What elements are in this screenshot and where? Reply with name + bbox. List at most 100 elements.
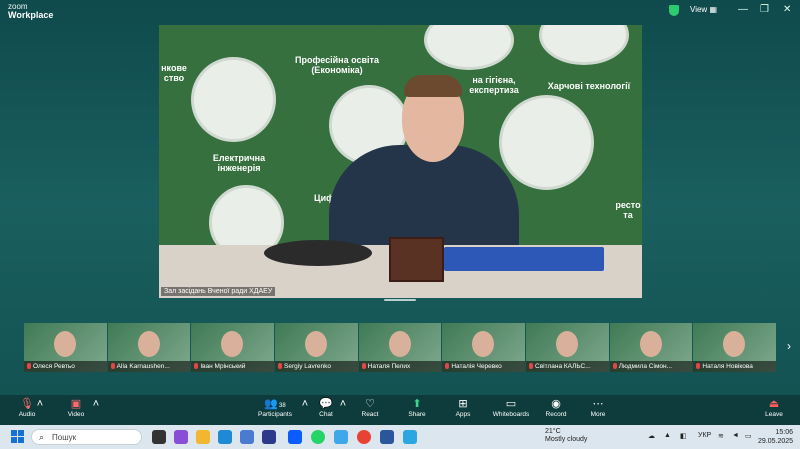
more-button[interactable]: ⋯ More [574,397,622,418]
stage-resize-handle[interactable] [384,299,416,301]
record-icon: ◉ [551,398,561,410]
title-bar: zoom Workplace View ▦ — ❐ ✕ [0,0,800,22]
weather-temp: 21°C [545,428,561,435]
participant-label: Світлана КАЛЬС... [526,361,609,372]
app-icon[interactable] [334,430,348,444]
tree-emblem [499,95,594,190]
word-icon[interactable] [380,430,394,444]
whatsapp-icon[interactable] [311,430,325,444]
whiteboards-button[interactable]: ▭ Whiteboards [486,397,536,418]
telegram-icon[interactable] [403,430,417,444]
video-label: Video [67,411,85,418]
avatar [54,331,76,357]
clock-time: 15:06 [775,429,794,436]
participant-label: Sergiy Lavrenko [275,361,358,372]
edge-icon[interactable] [218,430,232,444]
active-speaker-video[interactable]: Професійна освіта (Економіка) Електрична… [159,25,642,298]
participant-label: Олеся Ревтьо [24,361,107,372]
task-view-icon[interactable] [152,430,166,444]
participant-name: Наталя Новікова [702,363,753,370]
participant-name: Наталя Пелих [367,363,411,370]
windows-taskbar: ⌕ Пошук 21°C Mostly cloudy ☁ ▲ ◧ УКР ≋ ◄… [0,425,800,449]
participants-button[interactable]: 👥38 Participants [250,397,300,418]
muted-mic-icon [110,363,115,369]
chrome-icon[interactable] [357,430,371,444]
participant-tile[interactable]: Sergiy Lavrenko [275,323,358,372]
participant-tile[interactable]: Наталя Пелих [358,323,442,372]
leave-button[interactable]: ⏏ Leave [750,397,798,418]
participant-tile[interactable]: Наталія Черевко [442,323,526,372]
audio-options-chevron-icon[interactable]: ˄ [30,397,50,411]
view-button[interactable]: View ▦ [690,5,717,14]
share-arrow-icon: ⬆ [412,398,422,410]
file-explorer-icon[interactable] [196,430,210,444]
desk-nameplate-box [389,237,444,282]
participant-name: Sergiy Lavrenko [284,363,331,370]
cloud-icon[interactable]: ☁ [648,432,655,440]
restore-icon[interactable]: ❐ [760,4,769,15]
taskbar-clock[interactable]: 15:06 29.05.2025 [758,428,793,446]
participant-tile[interactable]: Alla Karnaushen... [107,323,191,372]
wifi-icon[interactable]: ≋ [718,432,724,440]
share-button[interactable]: ⬆ Share [393,397,441,418]
participant-name: Alla Karnaushen... [116,363,170,370]
participant-tile[interactable]: Олеся Ревтьо [24,323,107,372]
wall-text-hygiene: на гігієна, експертиза [469,75,519,95]
windows-start-icon[interactable] [11,430,24,443]
energy-emblem [191,57,276,142]
taskbar-search[interactable]: ⌕ Пошук [31,429,142,445]
viber-icon[interactable] [174,430,188,444]
participant-label: Іван Мрінський [191,361,275,372]
participant-tile[interactable]: Наталя Новікова [693,323,777,372]
audio-label: Audio [18,411,36,418]
grid-icon: ▦ [709,5,717,14]
close-icon[interactable]: ✕ [783,4,791,15]
store-icon[interactable] [240,430,254,444]
volume-icon[interactable]: ◄ [732,432,739,439]
app-icon[interactable] [262,430,276,444]
participant-label: Наталя Пелих [358,361,442,372]
participant-tile[interactable]: Людмила Сімон... [609,323,693,372]
battery-icon[interactable]: ▭ [745,432,752,440]
react-button[interactable]: ♡ React [346,397,394,418]
speakerphone [264,240,372,266]
avatar [137,331,160,357]
security-shield-icon[interactable] [669,5,679,16]
laptop [444,247,604,271]
system-tray-icon[interactable]: ▲ [664,432,671,439]
record-button[interactable]: ◉ Record [532,397,580,418]
muted-mic-icon [27,363,31,369]
video-options-chevron-icon[interactable]: ˄ [86,397,106,411]
participant-name: Олеся Ревтьо [33,363,75,370]
wall-text-electrical: Електрична інженерія [212,153,266,173]
next-page-chevron-icon[interactable]: › [787,339,791,353]
participant-tile[interactable]: Іван Мрінський [191,323,275,372]
whiteboards-label: Whiteboards [492,411,530,418]
participant-name: Людмила Сімон... [618,363,673,370]
minimize-icon[interactable]: — [738,4,748,15]
apps-label: Apps [455,411,471,418]
avatar [388,331,411,357]
zoom-taskbar-icon[interactable] [288,430,302,444]
chevron-up-icon: ˄ [36,398,44,410]
whiteboard-icon: ▭ [505,398,517,410]
zoom-logo: zoom Workplace [8,2,53,20]
app-tray-icon[interactable]: ◧ [680,432,687,440]
wall-text-economics: Професійна освіта (Економіка) [295,55,379,75]
avatar [639,331,662,357]
muted-mic-icon [612,363,617,369]
participant-name: Наталія Черевко [451,363,502,370]
input-language[interactable]: УКР [698,432,711,439]
wall-text-left: нкове ство [161,63,187,83]
stage-participant-label: Зал засідань Вченої ради ХДАЕУ [161,287,276,296]
clock-date: 29.05.2025 [758,438,794,445]
more-label: More [590,411,606,418]
speaker-hair [404,75,462,97]
apps-button[interactable]: ⊞ Apps [439,397,487,418]
weather-widget[interactable]: 21°C Mostly cloudy [545,428,587,444]
participant-label: Alla Karnaushen... [107,361,191,372]
muted-mic-icon [361,363,366,369]
participant-tile[interactable]: Світлана КАЛЬС... [526,323,609,372]
participant-label: Наталя Новікова [693,361,777,372]
muted-mic-icon [194,363,199,369]
